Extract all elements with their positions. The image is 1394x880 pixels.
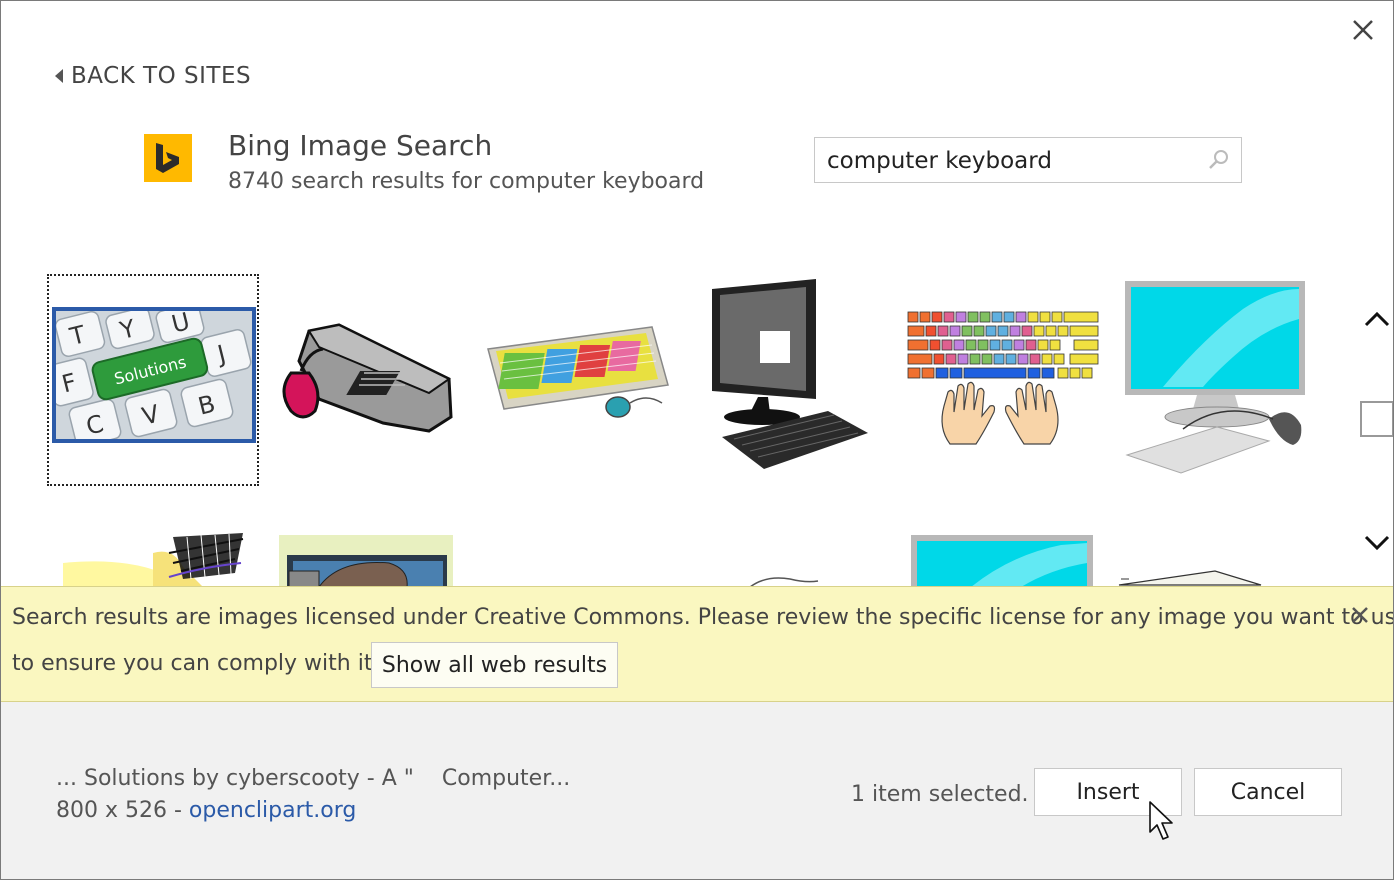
selected-image-title: ... Solutions by cyberscooty - A " Compu… (56, 766, 571, 791)
bing-logo-icon (144, 134, 192, 182)
result-thumbnail-keyboard-hands[interactable] (904, 308, 1100, 446)
result-thumbnail-colorful-keyboard[interactable] (486, 323, 676, 427)
scrollbar-thumb[interactable] (1360, 401, 1393, 437)
cancel-button[interactable]: Cancel (1194, 768, 1342, 816)
result-thumbnail-row2-5[interactable] (1115, 567, 1265, 587)
result-thumbnail-row2-3[interactable] (746, 571, 826, 587)
search-input[interactable] (825, 144, 1199, 178)
selected-result-border (52, 307, 256, 443)
back-to-sites-label: BACK TO SITES (71, 63, 252, 89)
results-summary: 8740 search results for computer keyboar… (228, 169, 705, 194)
back-to-sites-link[interactable]: BACK TO SITES (55, 63, 251, 89)
close-icon[interactable] (1348, 15, 1378, 45)
result-thumbnail-row2-2[interactable] (279, 535, 453, 587)
insert-pictures-dialog: BACK TO SITES Bing Image Search 8740 sea… (0, 0, 1394, 880)
insert-button[interactable]: Insert (1034, 768, 1182, 816)
result-thumbnail-black-monitor[interactable] (710, 279, 870, 473)
dialog-footer: ... Solutions by cyberscooty - A " Compu… (1, 702, 1393, 879)
back-arrow-icon (55, 69, 63, 83)
selection-count: 1 item selected. (851, 782, 1029, 807)
selected-image-size: 800 x 526 - (56, 798, 189, 823)
result-thumbnail-row2-4[interactable] (911, 535, 1093, 587)
chevron-up-icon[interactable] (1361, 305, 1393, 331)
selected-image-source-link[interactable]: openclipart.org (189, 798, 356, 823)
selected-image-details: 800 x 526 - openclipart.org (56, 798, 356, 823)
provider-title: Bing Image Search (228, 129, 493, 162)
license-message-line2: to ensure you can comply with it. (12, 651, 380, 676)
result-thumbnail-cyan-monitor[interactable] (1123, 279, 1307, 475)
chevron-down-icon[interactable] (1361, 531, 1393, 557)
show-all-web-results-button[interactable]: Show all web results (371, 642, 618, 688)
search-icon[interactable] (1207, 148, 1231, 172)
license-banner: Search results are images licensed under… (1, 586, 1394, 702)
search-box (814, 137, 1242, 183)
banner-close-icon[interactable] (1348, 603, 1372, 627)
license-message-line1: Search results are images licensed under… (12, 605, 1394, 630)
result-thumbnail-grey-keyboard[interactable] (279, 321, 457, 433)
result-thumbnail-row2-1[interactable] (63, 533, 247, 587)
